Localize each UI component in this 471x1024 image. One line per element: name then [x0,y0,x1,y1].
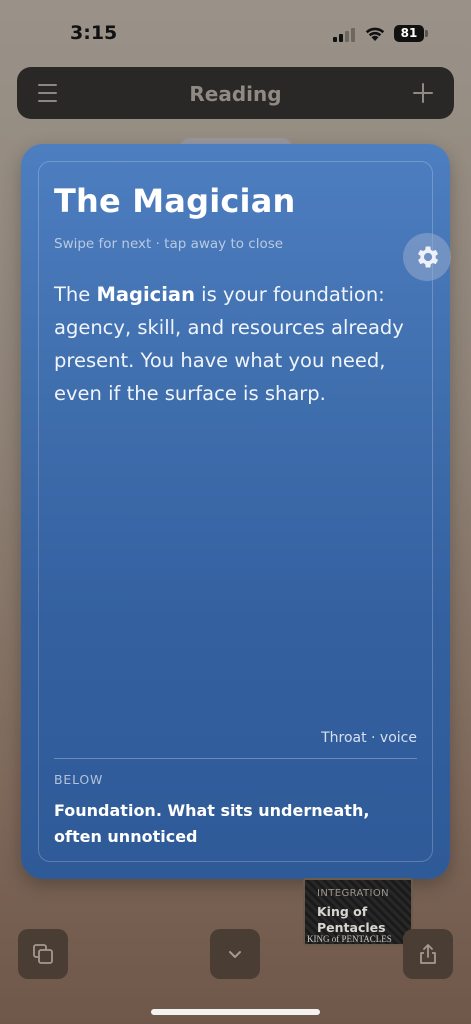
chevron-down-icon [229,951,241,958]
share-icon [420,944,436,964]
gear-icon [418,246,439,268]
card-banner-text: KING of PENTACLES [307,934,392,944]
settings-button[interactable] [403,233,451,281]
position-label: BELOW [54,772,104,787]
wifi-icon [365,27,385,41]
copy-button[interactable] [18,929,68,979]
integration-label: INTEGRATION [317,888,390,899]
top-nav-bar: Reading [17,67,454,119]
share-button[interactable] [403,929,453,979]
collapse-button[interactable] [210,929,260,979]
page-title: Reading [189,82,282,106]
tarot-card-detail[interactable]: The Magician Swipe for next · tap away t… [21,144,450,879]
plus-icon[interactable] [413,83,433,103]
chakra-tag: Throat · voice [321,730,417,746]
divider [54,758,417,759]
card-inner-frame: The Magician Swipe for next · tap away t… [38,161,433,862]
status-bar: 3:15 81 [0,0,471,64]
card-hint: Swipe for next · tap away to close [54,236,284,252]
copy-icon [33,944,53,964]
card-description-start: The [54,283,97,306]
position-meaning: Foundation. What sits underneath, often … [54,801,370,846]
card-description-bold: Magician [96,283,195,306]
status-time: 3:15 [70,22,118,44]
card-description: The Magician is your foundation: agency,… [54,278,404,410]
home-indicator[interactable] [151,1009,320,1015]
battery-tip [425,30,428,37]
integration-card[interactable]: INTEGRATION King of Pentacles KING of PE… [303,878,413,946]
battery-indicator: 81 [394,25,424,42]
signal-icon [333,28,357,42]
card-title: The Magician [54,182,296,220]
integration-card-name: King of Pentacles [317,904,386,935]
